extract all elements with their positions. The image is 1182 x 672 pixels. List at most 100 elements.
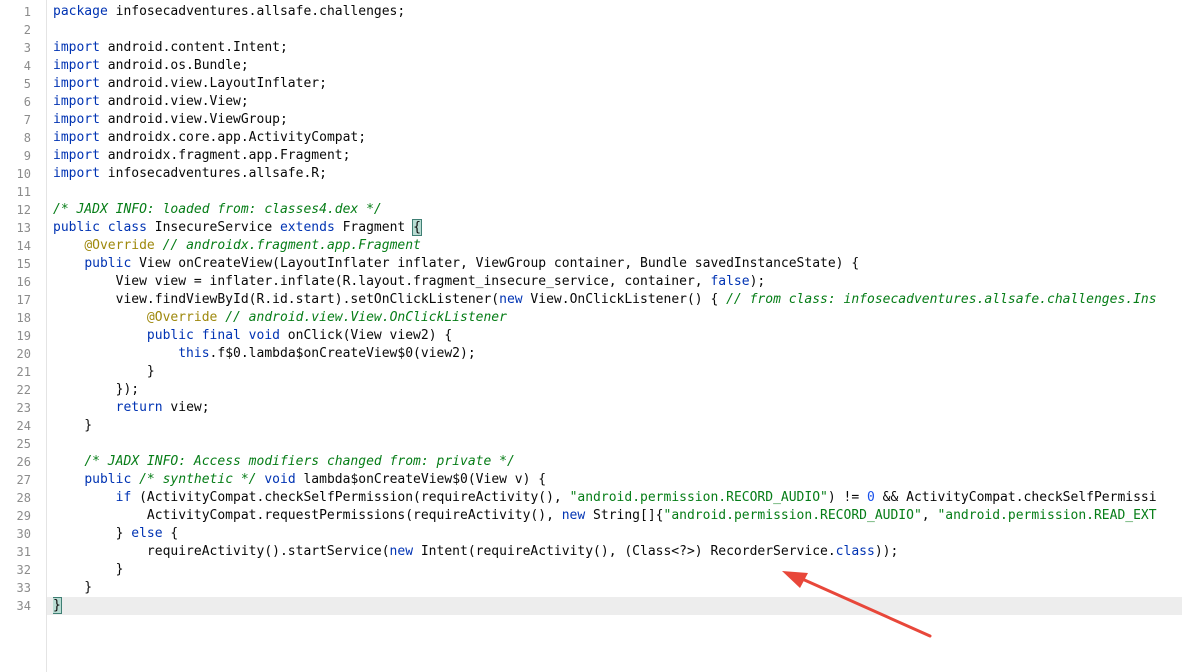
line-number: 31 <box>16 545 31 559</box>
line-number: 15 <box>16 257 31 271</box>
code-token: android.view.View; <box>99 94 249 109</box>
code-token: this <box>178 346 210 361</box>
line-number: 21 <box>16 365 31 379</box>
line-number: 14 <box>16 239 31 253</box>
code-token: )); <box>874 544 899 559</box>
code-token: androidx.fragment.app.Fragment; <box>99 148 351 163</box>
code-token: public class <box>53 220 147 235</box>
line-number: 30 <box>16 527 31 541</box>
code-token: public final void <box>146 328 280 343</box>
code-token: } <box>53 580 93 595</box>
code-line[interactable]: }); <box>53 381 139 399</box>
line-number: 7 <box>23 113 31 127</box>
code-token: public <box>84 472 132 487</box>
line-number: 6 <box>23 95 31 109</box>
code-line[interactable]: return view; <box>53 399 210 417</box>
code-token: /* JADX INFO: loaded from: classes4.dex … <box>53 202 382 217</box>
code-token: import <box>53 148 100 163</box>
code-token: import <box>53 40 100 55</box>
code-line[interactable]: import android.view.ViewGroup; <box>53 111 288 129</box>
code-token: false <box>710 274 750 289</box>
code-token: view.findViewById(R.id.start).setOnClick… <box>53 292 500 307</box>
code-token: } <box>53 562 124 577</box>
code-line[interactable]: /* JADX INFO: Access modifiers changed f… <box>53 453 514 471</box>
code-line[interactable]: this.f$0.lambda$onCreateView$0(view2); <box>53 345 476 363</box>
code-line[interactable]: @Override // androidx.fragment.app.Fragm… <box>53 237 421 255</box>
code-token: Fragment <box>334 220 414 235</box>
code-token: if <box>115 490 132 505</box>
code-token: onClick(View view2) { <box>279 328 453 343</box>
line-number: 32 <box>16 563 31 577</box>
code-line[interactable]: /* JADX INFO: loaded from: classes4.dex … <box>53 201 382 219</box>
line-number: 1 <box>23 5 31 19</box>
code-line[interactable]: import infosecadventures.allsafe.R; <box>53 165 327 183</box>
code-token: infosecadventures.allsafe.R; <box>99 166 327 181</box>
line-number: 3 <box>23 41 31 55</box>
code-token: import <box>53 58 100 73</box>
line-number: 11 <box>16 185 31 199</box>
line-number: 16 <box>16 275 31 289</box>
code-line[interactable]: requireActivity().startService(new Inten… <box>53 543 898 561</box>
code-token: import <box>53 76 100 91</box>
line-number: 26 <box>16 455 31 469</box>
line-number: 29 <box>16 509 31 523</box>
code-line[interactable]: import android.content.Intent; <box>53 39 288 57</box>
code-token: .f$0.lambda$onCreateView$0(view2); <box>209 346 476 361</box>
code-token: public <box>84 256 132 271</box>
code-token: ); <box>749 274 766 289</box>
code-token: // androidx.fragment.app.Fragment <box>162 238 421 253</box>
code-token: void <box>264 472 296 487</box>
line-number: 25 <box>16 437 31 451</box>
code-line[interactable]: package infosecadventures.allsafe.challe… <box>53 3 405 21</box>
code-token: view; <box>162 400 210 415</box>
line-number: 9 <box>23 149 31 163</box>
code-line[interactable]: import android.view.View; <box>53 93 249 111</box>
code-token: ) != <box>827 490 867 505</box>
code-token: View.OnClickListener() { <box>522 292 727 307</box>
code-token: "android.permission.RECORD_AUDIO" <box>663 508 922 523</box>
line-number: 8 <box>23 131 31 145</box>
code-line[interactable]: ActivityCompat.requestPermissions(requir… <box>53 507 1157 525</box>
code-line[interactable]: } <box>53 561 124 579</box>
code-line[interactable]: @Override // android.view.View.OnClickLi… <box>53 309 507 327</box>
line-number: 22 <box>16 383 31 397</box>
code-line[interactable]: import android.view.LayoutInflater; <box>53 75 327 93</box>
code-line[interactable]: } <box>53 597 62 615</box>
code-editor[interactable]: 1 2 3 4 5 6 7 8 9 10 11 12 13 14 15 16 17 18 19 20 21 22 23 24 2… <box>0 0 1182 672</box>
code-token: import <box>53 94 100 109</box>
code-token: } <box>53 597 62 614</box>
line-number: 34 <box>16 599 31 613</box>
line-number: 5 <box>23 77 31 91</box>
code-line[interactable]: View view = inflater.inflate(R.layout.fr… <box>53 273 766 291</box>
line-number-gutter: 1 2 3 4 5 6 7 8 9 10 11 12 13 14 15 16 17 18 19 20 21 22 23 24 2… <box>0 0 47 672</box>
code-token: } <box>53 526 132 541</box>
code-line[interactable]: public View onCreateView(LayoutInflater … <box>53 255 859 273</box>
code-line[interactable]: public /* synthetic */ void lambda$onCre… <box>53 471 546 489</box>
code-token: return <box>115 400 163 415</box>
code-token: extends <box>279 220 335 235</box>
code-line[interactable]: } <box>53 363 155 381</box>
code-token: @Override <box>84 238 155 253</box>
code-line[interactable]: if (ActivityCompat.checkSelfPermission(r… <box>53 489 1157 507</box>
code-line[interactable]: } <box>53 579 92 597</box>
code-token: infosecadventures.allsafe.challenges; <box>107 4 406 19</box>
code-token: package <box>53 4 108 19</box>
line-number: 23 <box>16 401 31 415</box>
code-area[interactable]: package infosecadventures.allsafe.challe… <box>53 0 1182 672</box>
code-line[interactable]: view.findViewById(R.id.start).setOnClick… <box>53 291 1157 309</box>
code-line[interactable]: import androidx.fragment.app.Fragment; <box>53 147 350 165</box>
code-line[interactable]: } <box>53 417 92 435</box>
code-token: new <box>561 508 586 523</box>
code-line[interactable]: import androidx.core.app.ActivityCompat; <box>53 129 366 147</box>
code-line[interactable]: public class InsecureService extends Fra… <box>53 219 422 237</box>
line-number: 2 <box>23 23 31 37</box>
code-line[interactable]: } else { <box>53 525 179 543</box>
code-line[interactable]: public final void onClick(View view2) { <box>53 327 452 345</box>
code-token: InsecureService <box>146 220 280 235</box>
code-token: Intent(requireActivity(), (Class<?>) Rec… <box>413 544 836 559</box>
code-line[interactable]: import android.os.Bundle; <box>53 57 249 75</box>
